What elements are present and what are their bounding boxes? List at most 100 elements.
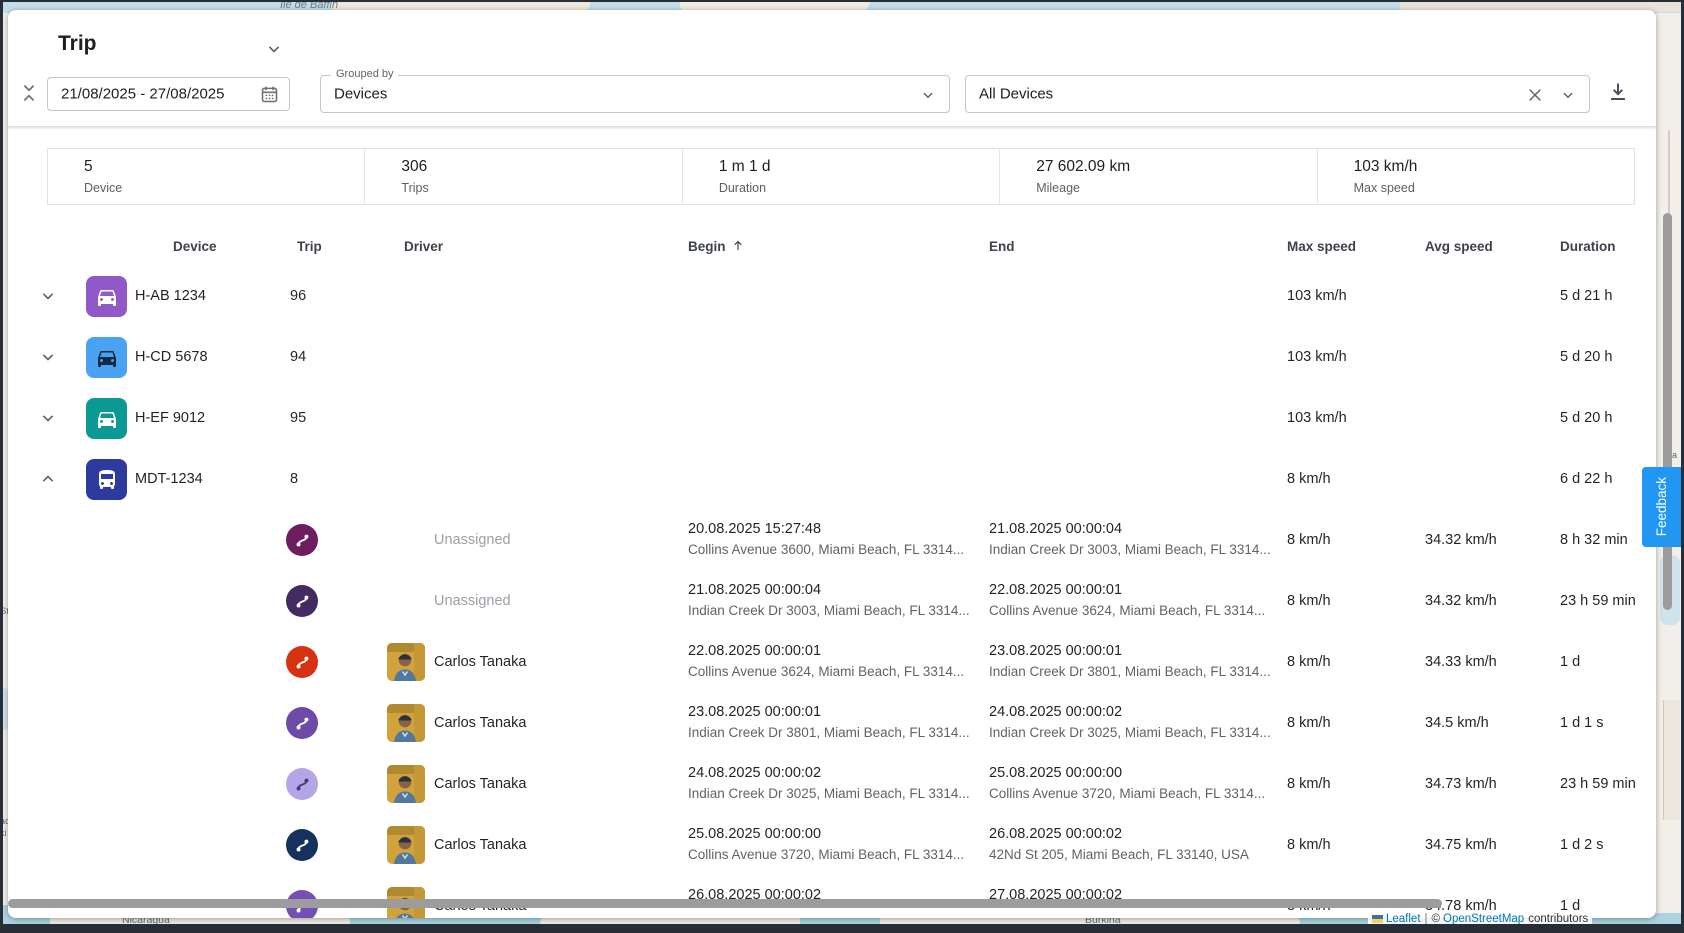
max-speed: 8 km/h: [1287, 449, 1331, 510]
map-land-patch: [1663, 700, 1680, 820]
device-name: H-AB 1234: [135, 266, 206, 327]
sort-asc-icon: [731, 229, 745, 267]
driver-avatar: [387, 704, 425, 742]
avg-speed: 34.5 km/h: [1425, 693, 1489, 754]
grouped-by-select[interactable]: Grouped by Devices: [320, 75, 950, 113]
window-frame-top: [0, 0, 1684, 2]
max-speed: 8 km/h: [1287, 754, 1331, 815]
feedback-tab[interactable]: Feedback: [1642, 467, 1681, 547]
driver-name: Carlos Tanaka: [434, 693, 526, 754]
end-time: 22.08.2025 00:00:01: [989, 582, 1122, 598]
begin-address: Collins Avenue 3720, Miami Beach, FL 331…: [688, 847, 964, 862]
column-header-duration[interactable]: Duration: [1560, 228, 1616, 266]
window-frame-left: [0, 0, 3, 933]
column-header-driver[interactable]: Driver: [404, 228, 443, 266]
report-type-select[interactable]: Trip: [8, 10, 1656, 72]
date-range-input[interactable]: 21/08/2025 - 27/08/2025: [47, 77, 290, 111]
duration: 5 d 20 h: [1560, 327, 1612, 388]
end-address: 42Nd St 205, Miami Beach, FL 33140, USA: [989, 847, 1249, 862]
chevron-down-icon[interactable]: [264, 39, 284, 64]
duration: 23 h 59 min: [1560, 754, 1636, 815]
chevron-down-icon[interactable]: [1559, 86, 1577, 109]
route-icon: [286, 707, 318, 739]
duration: 1 d: [1560, 632, 1580, 693]
stat-value: 27 602.09 km: [1036, 158, 1316, 176]
begin-time: 24.08.2025 00:00:02: [688, 765, 821, 781]
chevron-down-icon[interactable]: [919, 86, 937, 109]
begin-address: Collins Avenue 3624, Miami Beach, FL 331…: [688, 664, 964, 679]
end-time: 24.08.2025 00:00:02: [989, 704, 1122, 720]
duration: 5 d 20 h: [1560, 388, 1612, 449]
column-header-device[interactable]: Device: [173, 228, 217, 266]
trip-row[interactable]: Carlos Tanaka23.08.2025 00:00:01Indian C…: [8, 693, 1656, 755]
unfold-less-icon: [18, 82, 40, 104]
end-time: 21.08.2025 00:00:04: [989, 521, 1122, 537]
stat-value: 5: [84, 158, 364, 176]
trip-row[interactable]: Carlos Tanaka25.08.2025 00:00:00Collins …: [8, 815, 1656, 877]
vertical-scrollbar[interactable]: [1663, 213, 1672, 610]
download-button[interactable]: [1606, 80, 1632, 106]
grouped-by-label: Grouped by: [331, 68, 398, 80]
horizontal-scrollbar[interactable]: [8, 899, 1442, 908]
begin-address: Indian Creek Dr 3025, Miami Beach, FL 33…: [688, 786, 970, 801]
device-filter-select[interactable]: All Devices: [965, 75, 1590, 113]
device-name: MDT-1234: [135, 449, 203, 510]
calendar-icon[interactable]: [259, 84, 280, 110]
expand-group-button[interactable]: [38, 408, 58, 428]
trip-row[interactable]: Carlos Tanaka22.08.2025 00:00:01Collins …: [8, 632, 1656, 694]
trip-row[interactable]: Carlos Tanaka24.08.2025 00:00:02Indian C…: [8, 754, 1656, 816]
group-row[interactable]: MDT-1234 8 8 km/h 6 d 22 h: [8, 449, 1656, 511]
table-header: Device Trip Driver Begin End Max speed A…: [8, 228, 1656, 267]
end-address: Collins Avenue 3624, Miami Beach, FL 331…: [989, 603, 1265, 618]
driver-avatar: [387, 765, 425, 803]
download-icon: [1606, 80, 1630, 104]
end-time: 23.08.2025 00:00:01: [989, 643, 1122, 659]
trip-count: 94: [290, 327, 306, 388]
stat-label: Trips: [401, 181, 681, 195]
route-icon: [286, 646, 318, 678]
end-address: Indian Creek Dr 3025, Miami Beach, FL 33…: [989, 725, 1271, 740]
duration: 6 d 22 h: [1560, 449, 1612, 510]
device-name: H-CD 5678: [135, 327, 208, 388]
stat-label: Duration: [719, 181, 999, 195]
column-header-avg-speed[interactable]: Avg speed: [1425, 228, 1493, 266]
driver-name: Unassigned: [434, 571, 511, 632]
max-speed: 8 km/h: [1287, 693, 1331, 754]
column-header-end[interactable]: End: [989, 228, 1015, 266]
column-header-begin[interactable]: Begin: [688, 228, 745, 266]
collapse-group-button[interactable]: [38, 469, 58, 489]
duration: 1 d 1 s: [1560, 693, 1604, 754]
clear-icon[interactable]: [1525, 85, 1545, 110]
avg-speed: 34.32 km/h: [1425, 571, 1497, 632]
max-speed: 8 km/h: [1287, 632, 1331, 693]
duration: 23 h 59 min: [1560, 571, 1636, 632]
driver-name: Carlos Tanaka: [434, 815, 526, 876]
expand-group-button[interactable]: [38, 286, 58, 306]
trip-row[interactable]: Unassigned21.08.2025 00:00:04Indian Cree…: [8, 571, 1656, 633]
group-row[interactable]: H-CD 567894103 km/h5 d 20 h: [8, 327, 1656, 389]
group-row[interactable]: H-AB 123496103 km/h5 d 21 h: [8, 266, 1656, 328]
group-row[interactable]: H-EF 901295103 km/h5 d 20 h: [8, 388, 1656, 450]
column-header-max-speed[interactable]: Max speed: [1287, 228, 1356, 266]
stat-mileage: 27 602.09 km Mileage: [999, 149, 1316, 204]
stat-duration: 1 m 1 d Duration: [682, 149, 999, 204]
stat-trips: 306 Trips: [364, 149, 681, 204]
collapse-all-button[interactable]: [18, 82, 42, 106]
stat-value: 103 km/h: [1354, 158, 1634, 176]
max-speed: 8 km/h: [1287, 571, 1331, 632]
route-icon: [286, 585, 318, 617]
date-range-value: 21/08/2025 - 27/08/2025: [61, 86, 224, 103]
column-header-trip[interactable]: Trip: [297, 228, 322, 266]
route-icon: [286, 768, 318, 800]
driver-avatar: [387, 643, 425, 681]
trip-row[interactable]: Unassigned20.08.2025 15:27:48Collins Ave…: [8, 510, 1656, 572]
feedback-label: Feedback: [1654, 477, 1669, 536]
stat-max-speed: 103 km/h Max speed: [1317, 149, 1634, 204]
driver-name: Unassigned: [434, 510, 511, 571]
trip-count: 96: [290, 266, 306, 327]
avg-speed: 34.33 km/h: [1425, 632, 1497, 693]
report-toolbar: 21/08/2025 - 27/08/2025 Grouped by Devic…: [8, 72, 1656, 118]
stat-label: Max speed: [1354, 181, 1634, 195]
trip-count: 8: [290, 449, 298, 510]
expand-group-button[interactable]: [38, 347, 58, 367]
